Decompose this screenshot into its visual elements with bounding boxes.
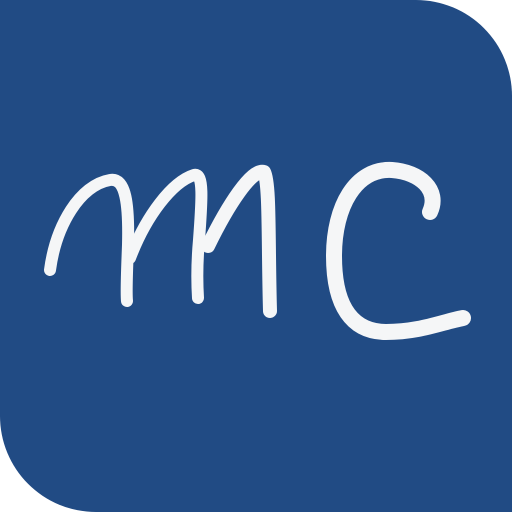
mc-monogram-logo	[44, 161, 471, 340]
c-stroke	[326, 161, 471, 340]
m-third-stroke	[201, 164, 277, 318]
app-icon-tile	[0, 0, 512, 512]
m-second-stroke	[124, 168, 208, 304]
m-first-stroke	[44, 173, 135, 307]
